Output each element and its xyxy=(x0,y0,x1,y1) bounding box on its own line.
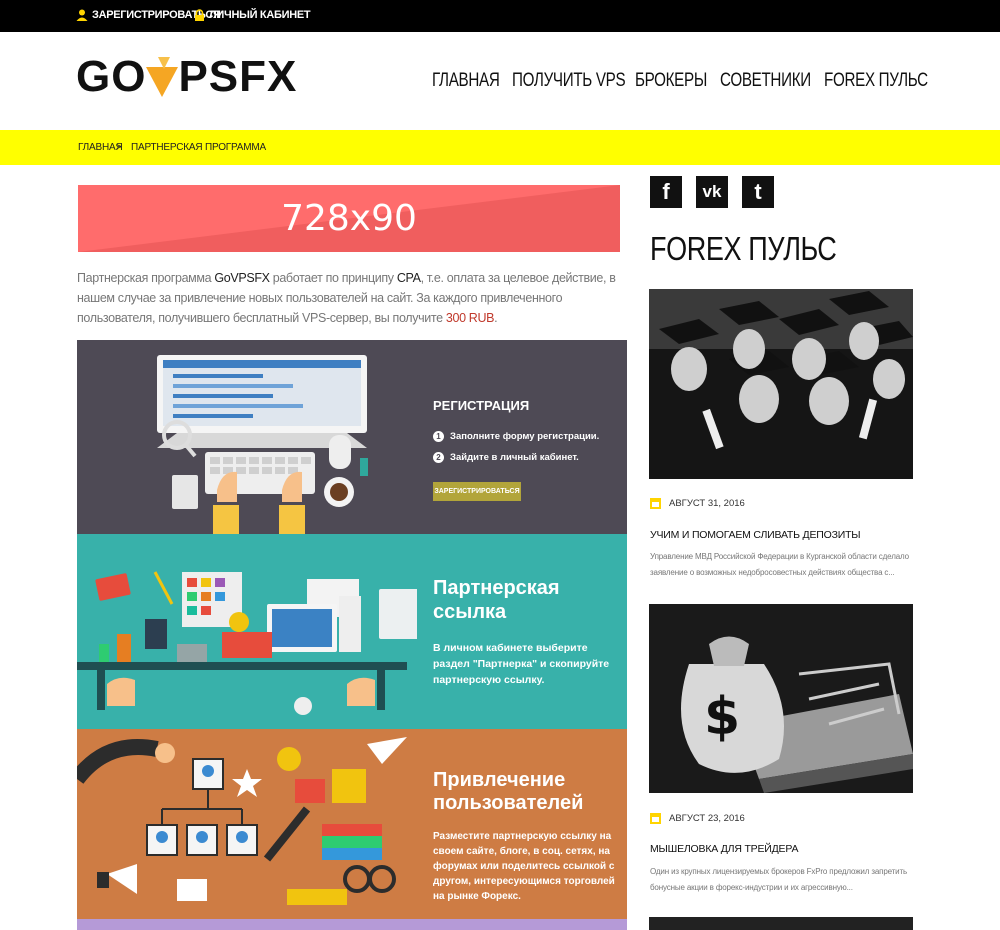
attract-users-text: Разместите партнерскую ссылку на своем с… xyxy=(433,831,615,902)
cabinet-link[interactable]: Личный кабинет xyxy=(194,9,311,21)
intro-cpa: CPA xyxy=(396,271,421,285)
cabinet-link-label: Личный кабинет xyxy=(209,9,311,21)
registration-title: РЕГИСТРАЦИЯ xyxy=(433,398,530,413)
next-panel xyxy=(77,919,627,930)
breadcrumb: Главная > Партнерская программа xyxy=(0,130,1000,165)
twitter-glyph: t xyxy=(754,179,762,204)
logo-text-right: PSFX xyxy=(178,52,298,101)
lock-icon xyxy=(195,9,204,21)
partner-link-panel: Партнерская ссылка В личном кабинете выб… xyxy=(77,534,627,729)
post-1-date-text: Август 31, 2016 xyxy=(669,498,745,509)
nav-brokers[interactable]: Брокеры xyxy=(635,70,707,92)
intro-text-1: Партнерская программа xyxy=(77,271,215,285)
user-icon xyxy=(76,9,88,21)
network-illustration xyxy=(77,737,407,905)
step-1-number: 1 xyxy=(433,431,444,442)
nav-forex-pulse[interactable]: Forex пульс xyxy=(824,70,928,92)
intro-brand: GoVPSFX xyxy=(214,271,270,285)
breadcrumb-separator: > xyxy=(116,142,122,153)
registration-step-1: 1 Заполните форму регистрации. xyxy=(433,431,599,442)
money-bag-trap-photo: $ xyxy=(649,604,913,793)
graduates-photo xyxy=(649,289,913,479)
breadcrumb-current: Партнерская программа xyxy=(131,142,266,153)
logo-triangle-icon xyxy=(146,57,179,97)
intro-amount: 300 RUB xyxy=(445,311,495,325)
post-2-excerpt: Один из крупных лицензируемых брокеров F… xyxy=(650,867,908,892)
post-1-title[interactable]: Учим и помогаем сливать депозиты xyxy=(650,529,861,541)
intro-paragraph: Партнерская программа GoVPSFX работает п… xyxy=(77,268,622,328)
ad-banner[interactable]: 728x90 xyxy=(78,185,620,252)
calendar-icon xyxy=(650,813,661,824)
site-logo[interactable]: GO PSFX xyxy=(76,52,297,102)
post-2-date: Август 23, 2016 xyxy=(650,813,745,824)
step-2-number: 2 xyxy=(433,452,444,463)
post-2-date-text: Август 23, 2016 xyxy=(669,813,745,824)
nav-get-vps[interactable]: Получить VPS xyxy=(512,70,626,92)
banner-text: 728x90 xyxy=(281,198,417,239)
attract-users-title: Привлечение пользователей xyxy=(433,769,584,814)
partner-link-text: В личном кабинете выберите раздел "Партн… xyxy=(433,642,610,686)
step-2-text: Зайдите в личный кабинет. xyxy=(450,452,579,463)
facebook-glyph: f xyxy=(662,179,670,204)
post-1-date: Август 31, 2016 xyxy=(650,498,745,509)
logo-text-left: GO xyxy=(76,52,147,101)
post-2-title[interactable]: Мышеловка для трейдера xyxy=(650,843,798,855)
nav-home[interactable]: Главная xyxy=(432,70,500,92)
facebook-icon[interactable]: f xyxy=(650,176,682,208)
intro-text-2: работает по принципу xyxy=(269,271,397,285)
post-image-mousetrap[interactable]: $ xyxy=(649,604,913,793)
vk-glyph: vk xyxy=(702,182,722,201)
post-1-excerpt: Управление МВД Российской Федерации в Ку… xyxy=(650,552,909,577)
calendar-icon xyxy=(650,498,661,509)
step-1-text: Заполните форму регистрации. xyxy=(450,431,600,442)
vk-icon[interactable]: vk xyxy=(696,176,728,208)
attract-users-panel: Привлечение пользователей Разместите пар… xyxy=(77,729,627,919)
register-button[interactable]: ЗАРЕГИСТРИРОВАТЬСЯ xyxy=(433,482,521,501)
registration-panel: РЕГИСТРАЦИЯ 1 Заполните форму регистрации… xyxy=(77,340,627,534)
twitter-icon[interactable]: t xyxy=(742,176,774,208)
sidebar-heading: FOREX ПУЛЬС xyxy=(650,230,837,267)
registration-step-2: 2 Зайдите в личный кабинет. xyxy=(433,452,579,463)
computer-workspace-illustration xyxy=(157,355,368,534)
office-desk-illustration xyxy=(77,571,417,715)
svg-text:$: $ xyxy=(704,687,740,747)
intro-text-4: . xyxy=(494,311,498,325)
nav-advisors[interactable]: Советники xyxy=(720,70,811,92)
partner-link-title: Партнерская ссылка xyxy=(433,577,560,623)
post-image-3[interactable] xyxy=(649,917,913,930)
top-bar: Зарегистрироваться Личный кабинет xyxy=(0,0,1000,32)
post-image-graduates[interactable] xyxy=(649,289,913,479)
